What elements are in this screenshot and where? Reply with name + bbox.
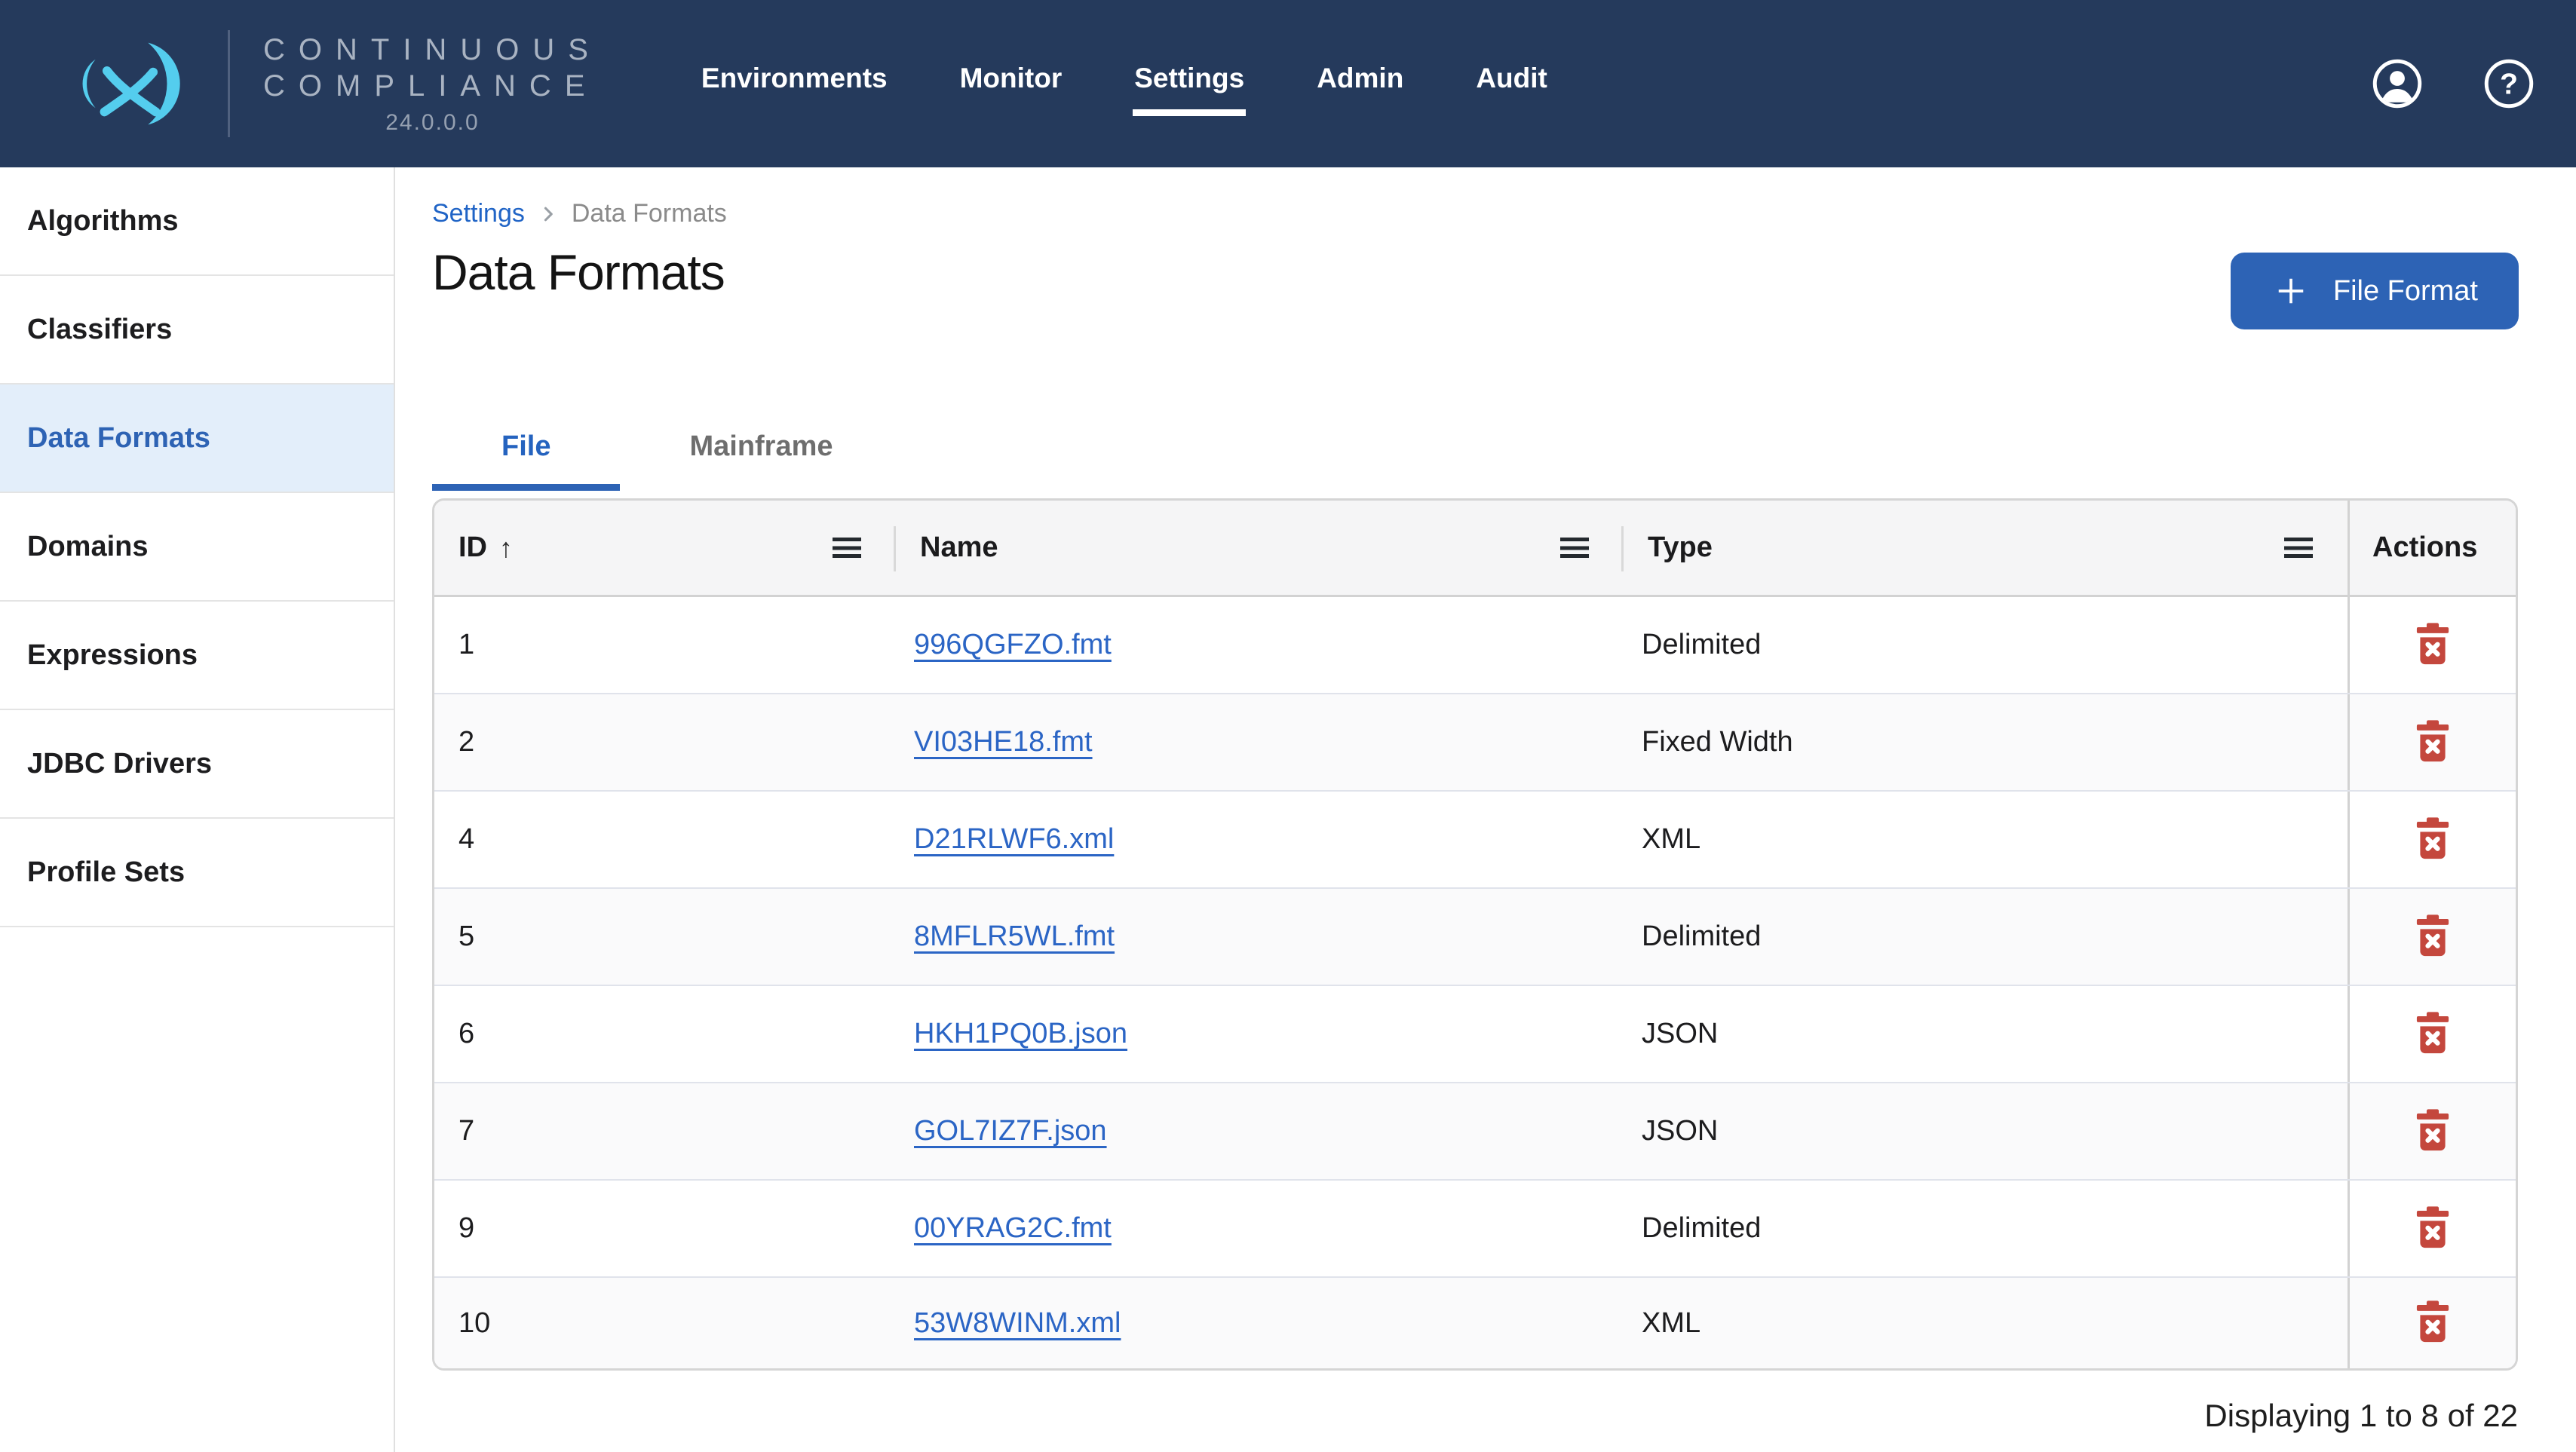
- data-formats-table: ID ↑ Name Type Actions 1 996QGFZO.fmt De…: [432, 498, 2518, 1371]
- cell-id: 1: [434, 597, 896, 693]
- format-name-link[interactable]: 00YRAG2C.fmt: [914, 1212, 1112, 1245]
- cell-id: 2: [434, 694, 896, 790]
- delete-trash-icon[interactable]: [2411, 1205, 2455, 1253]
- table-row: 9 00YRAG2C.fmt Delimited: [434, 1181, 2516, 1278]
- cell-id: 10: [434, 1278, 896, 1368]
- page-title: Data Formats: [432, 244, 725, 301]
- column-menu-icon[interactable]: [833, 538, 861, 558]
- column-header-name[interactable]: Name: [896, 501, 1624, 595]
- table-row: 4 D21RLWF6.xml XML: [434, 792, 2516, 889]
- top-navbar: CONTINUOUS COMPLIANCE 24.0.0.0 Environme…: [0, 0, 2576, 167]
- brand-divider: [228, 30, 230, 137]
- table-row: 5 8MFLR5WL.fmt Delimited: [434, 889, 2516, 986]
- brand-line-1: CONTINUOUS: [263, 32, 602, 68]
- cell-id: 6: [434, 986, 896, 1082]
- cell-type: XML: [1624, 792, 2348, 887]
- delete-trash-icon[interactable]: [2411, 816, 2455, 864]
- page-header: Data Formats File Format: [432, 228, 2519, 329]
- column-header-type[interactable]: Type: [1624, 501, 2348, 595]
- user-avatar-icon[interactable]: [2371, 57, 2424, 110]
- table-row: 6 HKH1PQ0B.json JSON: [434, 986, 2516, 1083]
- breadcrumb-settings-link[interactable]: Settings: [432, 199, 525, 228]
- sidebar-item-algorithms[interactable]: Algorithms: [0, 167, 394, 276]
- breadcrumb: Settings Data Formats: [432, 199, 2519, 228]
- sidebar-item-jdbc-drivers[interactable]: JDBC Drivers: [0, 710, 394, 819]
- table-body: 1 996QGFZO.fmt Delimited 2 VI03HE18.fmt …: [434, 597, 2516, 1368]
- format-name-link[interactable]: VI03HE18.fmt: [914, 726, 1093, 758]
- delete-trash-icon[interactable]: [2411, 913, 2455, 961]
- column-menu-icon[interactable]: [2284, 538, 2313, 558]
- column-header-actions: Actions: [2348, 501, 2516, 595]
- format-name-link[interactable]: D21RLWF6.xml: [914, 823, 1114, 856]
- cell-id: 5: [434, 889, 896, 985]
- sort-asc-icon[interactable]: ↑: [499, 532, 513, 564]
- app-logo[interactable]: CONTINUOUS COMPLIANCE 24.0.0.0: [50, 30, 602, 137]
- settings-sidebar: Algorithms Classifiers Data Formats Doma…: [0, 167, 395, 1452]
- delete-trash-icon[interactable]: [2411, 1010, 2455, 1058]
- delphix-x-logo-icon: [50, 32, 198, 135]
- add-button-label: File Format: [2333, 275, 2478, 308]
- delete-trash-icon[interactable]: [2411, 1299, 2455, 1347]
- nav-item-environments[interactable]: Environments: [700, 52, 889, 116]
- column-label-name: Name: [920, 531, 998, 564]
- nav-item-audit[interactable]: Audit: [1474, 52, 1549, 116]
- sidebar-item-profile-sets[interactable]: Profile Sets: [0, 819, 394, 927]
- svg-text:?: ?: [2500, 67, 2518, 100]
- cell-id: 9: [434, 1181, 896, 1276]
- sidebar-item-classifiers[interactable]: Classifiers: [0, 276, 394, 384]
- table-row: 7 GOL7IZ7F.json JSON: [434, 1083, 2516, 1181]
- brand-line-2: COMPLIANCE: [263, 68, 602, 104]
- cell-type: Delimited: [1624, 597, 2348, 693]
- cell-type: XML: [1624, 1278, 2348, 1368]
- cell-type: Delimited: [1624, 889, 2348, 985]
- table-row: 1 996QGFZO.fmt Delimited: [434, 597, 2516, 694]
- cell-id: 7: [434, 1083, 896, 1179]
- nav-item-settings[interactable]: Settings: [1133, 52, 1246, 116]
- delete-trash-icon[interactable]: [2411, 1107, 2455, 1156]
- sidebar-item-data-formats[interactable]: Data Formats: [0, 384, 394, 493]
- column-label-actions: Actions: [2372, 531, 2477, 564]
- brand-text: CONTINUOUS COMPLIANCE 24.0.0.0: [263, 32, 602, 136]
- primary-nav: Environments Monitor Settings Admin Audi…: [700, 52, 1549, 116]
- cell-type: JSON: [1624, 1083, 2348, 1179]
- table-row: 10 53W8WINM.xml XML: [434, 1278, 2516, 1368]
- delete-trash-icon[interactable]: [2411, 718, 2455, 767]
- navbar-right: ?: [2371, 57, 2535, 110]
- format-name-link[interactable]: 996QGFZO.fmt: [914, 629, 1112, 661]
- nav-item-admin[interactable]: Admin: [1315, 52, 1405, 116]
- cell-type: Delimited: [1624, 1181, 2348, 1276]
- tab-mainframe[interactable]: Mainframe: [620, 411, 902, 491]
- column-label-type: Type: [1648, 531, 1713, 564]
- format-tabs: File Mainframe: [432, 411, 2519, 491]
- format-name-link[interactable]: GOL7IZ7F.json: [914, 1115, 1107, 1147]
- tab-file[interactable]: File: [432, 411, 620, 491]
- app-version: 24.0.0.0: [263, 110, 602, 136]
- pagination-status: Displaying 1 to 8 of 22: [432, 1398, 2518, 1434]
- format-name-link[interactable]: HKH1PQ0B.json: [914, 1018, 1127, 1050]
- column-menu-icon[interactable]: [1560, 538, 1589, 558]
- help-icon[interactable]: ?: [2482, 57, 2535, 110]
- plus-icon: [2271, 271, 2311, 311]
- table-header-row: ID ↑ Name Type Actions: [434, 501, 2516, 597]
- cell-id: 4: [434, 792, 896, 887]
- main-content: Settings Data Formats Data Formats File …: [395, 167, 2576, 1452]
- format-name-link[interactable]: 53W8WINM.xml: [914, 1307, 1121, 1340]
- add-file-format-button[interactable]: File Format: [2231, 253, 2519, 329]
- nav-item-monitor[interactable]: Monitor: [958, 52, 1064, 116]
- table-row: 2 VI03HE18.fmt Fixed Width: [434, 694, 2516, 792]
- chevron-right-icon: [535, 201, 561, 227]
- format-name-link[interactable]: 8MFLR5WL.fmt: [914, 921, 1115, 953]
- sidebar-item-expressions[interactable]: Expressions: [0, 602, 394, 710]
- delete-trash-icon[interactable]: [2411, 621, 2455, 669]
- column-header-id[interactable]: ID ↑: [434, 501, 896, 595]
- sidebar-item-domains[interactable]: Domains: [0, 493, 394, 602]
- column-label-id: ID: [458, 531, 487, 564]
- cell-type: JSON: [1624, 986, 2348, 1082]
- cell-type: Fixed Width: [1624, 694, 2348, 790]
- breadcrumb-current: Data Formats: [572, 199, 727, 228]
